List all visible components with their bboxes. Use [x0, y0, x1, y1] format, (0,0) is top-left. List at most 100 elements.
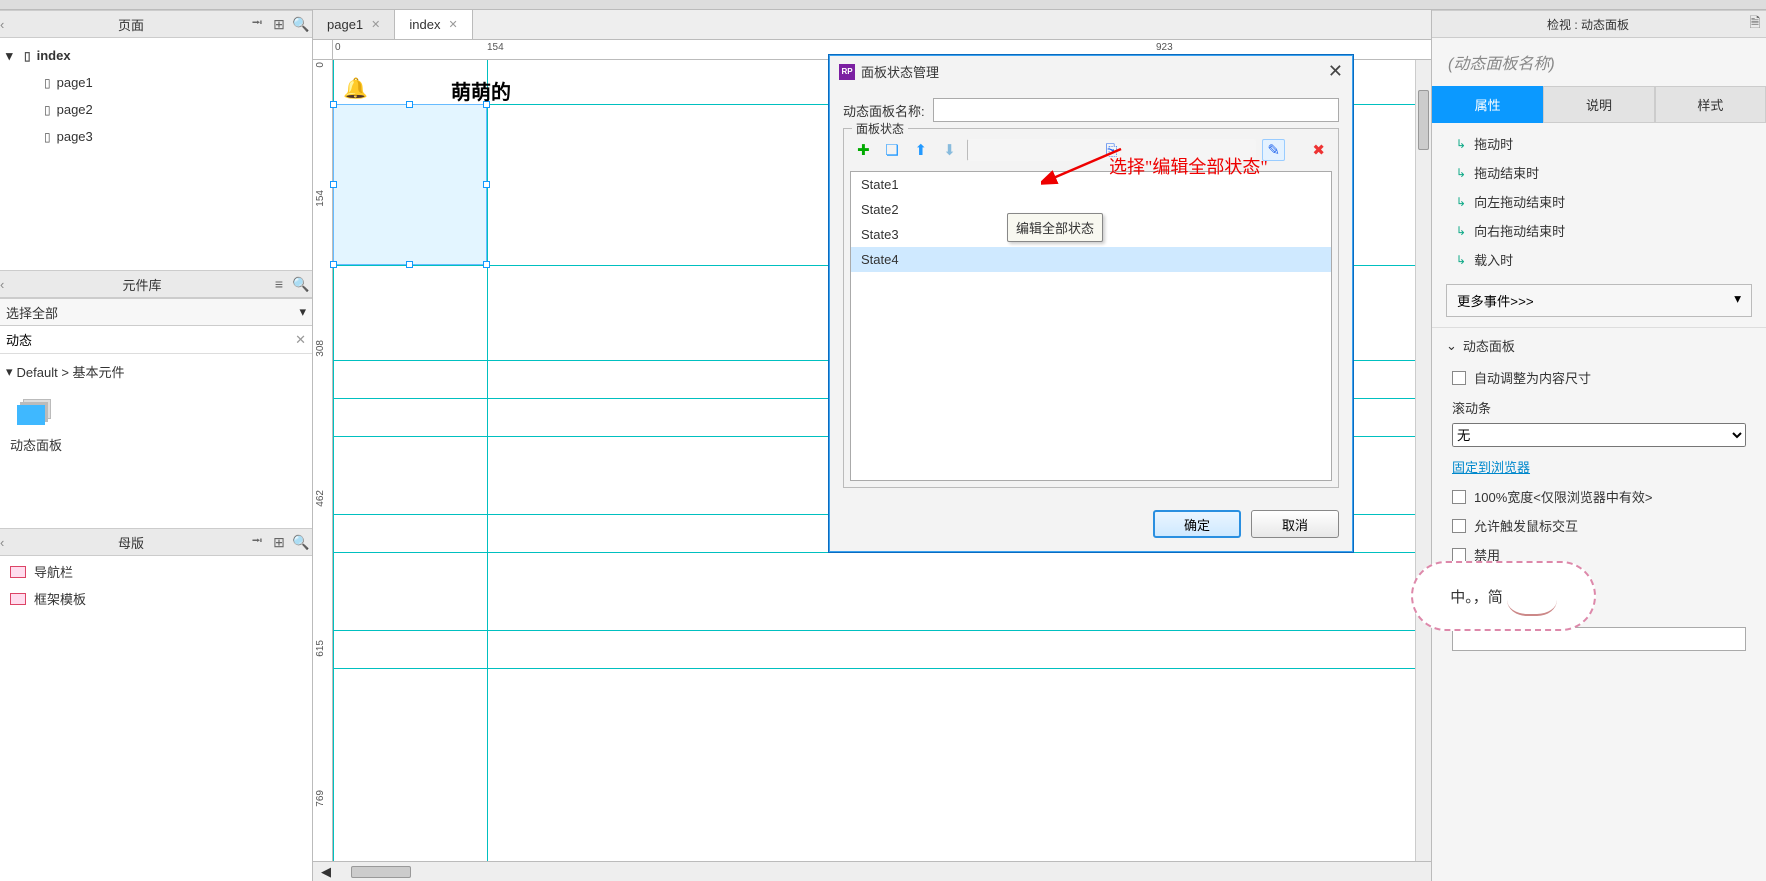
guide[interactable] [333, 630, 1415, 631]
master-icon [10, 593, 26, 605]
cartoon-face-icon [1507, 576, 1557, 616]
master-item[interactable]: 导航栏 [0, 558, 312, 585]
event-icon: ↳ [1456, 224, 1466, 238]
page-icon: ▯ [44, 103, 51, 117]
document-tabs: page1✕ index✕ [313, 10, 1431, 40]
chevron-down-icon: ▾ [6, 364, 13, 380]
master-icon [10, 566, 26, 578]
event-item[interactable]: ↳向左拖动结束时 [1432, 187, 1766, 216]
panel-name-input[interactable] [933, 98, 1339, 122]
checkbox-100-width[interactable] [1452, 490, 1466, 504]
library-search: ✕ [0, 326, 312, 354]
states-legend: 面板状态 [852, 120, 908, 137]
tab-page1[interactable]: page1✕ [313, 10, 395, 39]
chevron-down-icon: ▾ [1734, 291, 1741, 310]
annotation-text: 选择"编辑全部状态" [1109, 153, 1268, 179]
delete-icon[interactable]: ✖ [1307, 139, 1330, 161]
header-text: 萌萌的 [451, 76, 511, 105]
duplicate-icon[interactable]: ❏ [881, 139, 904, 161]
clear-icon[interactable]: ✕ [295, 332, 306, 348]
library-title: 元件库 [16, 275, 268, 294]
page-tree: ▾ ▯ index ▯ page1 ▯ page2 ▯ page3 [0, 38, 312, 270]
app-toolbar [0, 0, 1766, 10]
master-item[interactable]: 框架模板 [0, 585, 312, 612]
scrollbar-horizontal[interactable]: ◀ [313, 861, 1431, 881]
collapse-icon[interactable]: ‹ [0, 17, 16, 32]
add-icon[interactable]: ✚ [852, 139, 875, 161]
import-icon[interactable]: ⭲ [246, 12, 268, 36]
tree-item-page1[interactable]: ▯ page1 [0, 69, 312, 96]
event-item[interactable]: ↳向右拖动结束时 [1432, 216, 1766, 245]
library-panel-header: ‹ 元件库 ≡ 🔍 [0, 270, 312, 298]
chevron-down-icon: ▾ [299, 304, 306, 320]
close-icon[interactable]: ✕ [371, 18, 380, 31]
event-item[interactable]: ↳载入时 [1432, 245, 1766, 274]
scroll-left-icon[interactable]: ◀ [321, 864, 331, 880]
library-body: 选择全部▾ ✕ ▾ Default > 基本元件 动态面板 [0, 298, 312, 528]
section-toggle[interactable]: ⌄动态面板 [1432, 327, 1766, 363]
tree-item-page2[interactable]: ▯ page2 [0, 96, 312, 123]
collapse-icon[interactable]: ‹ [0, 277, 16, 292]
menu-icon[interactable]: ≡ [268, 276, 290, 292]
search-icon[interactable]: 🔍 [290, 276, 312, 293]
library-select[interactable]: 选择全部▾ [0, 298, 312, 326]
panel-state-dialog: RP 面板状态管理 ✕ 动态面板名称: 面板状态 ✚ ❏ ⬆ ⬇ [828, 54, 1354, 553]
master-panel-header: ‹ 母版 ⭲ ⊞ 🔍 [0, 528, 312, 556]
page-icon: ▯ [44, 76, 51, 90]
expand-icon[interactable]: ▾ [6, 48, 18, 64]
checkbox-disabled[interactable] [1452, 548, 1466, 562]
add-master-icon[interactable]: ⊞ [268, 534, 290, 551]
ok-button[interactable]: 确定 [1153, 510, 1241, 538]
page-icon: ▯ [24, 49, 31, 63]
search-icon[interactable]: 🔍 [290, 534, 312, 551]
dialog-title: RP 面板状态管理 [839, 62, 939, 81]
close-icon[interactable]: ✕ [448, 18, 457, 31]
cancel-button[interactable]: 取消 [1251, 510, 1339, 538]
note-icon[interactable]: 🗎 [1744, 12, 1766, 36]
search-icon[interactable]: 🔍 [290, 16, 312, 33]
tab-properties[interactable]: 属性 [1432, 86, 1543, 123]
name-label: 动态面板名称: [843, 101, 925, 120]
add-page-icon[interactable]: ⊞ [268, 16, 290, 33]
tab-index[interactable]: index✕ [395, 10, 472, 39]
checkbox-fit-content[interactable] [1452, 371, 1466, 385]
fix-browser-link[interactable]: 固定到浏览器 [1432, 451, 1766, 482]
inspector-header: 检视 : 动态面板 🗎 [1432, 10, 1766, 38]
inspector-title: 检视 : 动态面板 [1432, 16, 1744, 33]
selected-widget[interactable] [333, 104, 487, 265]
pages-panel-header: ‹ 页面 ⭲ ⊞ 🔍 [0, 10, 312, 38]
chevron-down-icon: ⌄ [1446, 338, 1457, 354]
master-title: 母版 [16, 533, 246, 552]
widget-name-placeholder[interactable]: (动态面板名称) [1432, 38, 1766, 86]
move-down-icon[interactable]: ⬇ [938, 139, 961, 161]
library-search-input[interactable] [6, 332, 291, 347]
tree-item-page3[interactable]: ▯ page3 [0, 123, 312, 150]
rp-icon: RP [839, 64, 855, 80]
inspector-panel: 检视 : 动态面板 🗎 (动态面板名称) 属性 说明 样式 ↳拖动时 ↳拖动结束… [1431, 10, 1766, 881]
state-item[interactable]: State4 [851, 247, 1331, 272]
tab-style[interactable]: 样式 [1655, 86, 1766, 123]
close-icon[interactable]: ✕ [1328, 61, 1343, 82]
move-up-icon[interactable]: ⬆ [909, 139, 932, 161]
event-icon: ↳ [1456, 166, 1466, 180]
tooltip: 编辑全部状态 [1007, 213, 1103, 242]
library-category[interactable]: ▾ Default > 基本元件 [0, 354, 312, 389]
tab-notes[interactable]: 说明 [1543, 86, 1654, 123]
page-icon: ▯ [44, 130, 51, 144]
event-icon: ↳ [1456, 137, 1466, 151]
checkbox-mouse[interactable] [1452, 519, 1466, 533]
widget-dynamic-panel[interactable]: 动态面板 [0, 389, 72, 464]
scrollbar-thumb[interactable] [351, 866, 411, 878]
event-icon: ↳ [1456, 195, 1466, 209]
more-events-button[interactable]: 更多事件>>>▾ [1447, 285, 1751, 316]
inspector-tabs: 属性 说明 样式 [1432, 86, 1766, 123]
event-icon: ↳ [1456, 253, 1466, 267]
import-icon[interactable]: ⭲ [246, 530, 268, 554]
scrollbar-vertical[interactable] [1415, 60, 1431, 861]
event-item[interactable]: ↳拖动时 [1432, 129, 1766, 158]
tree-item-index[interactable]: ▾ ▯ index [0, 42, 312, 69]
guide[interactable] [333, 668, 1415, 669]
scrollbar-select[interactable]: 无 [1452, 423, 1746, 447]
collapse-icon[interactable]: ‹ [0, 535, 16, 550]
event-item[interactable]: ↳拖动结束时 [1432, 158, 1766, 187]
